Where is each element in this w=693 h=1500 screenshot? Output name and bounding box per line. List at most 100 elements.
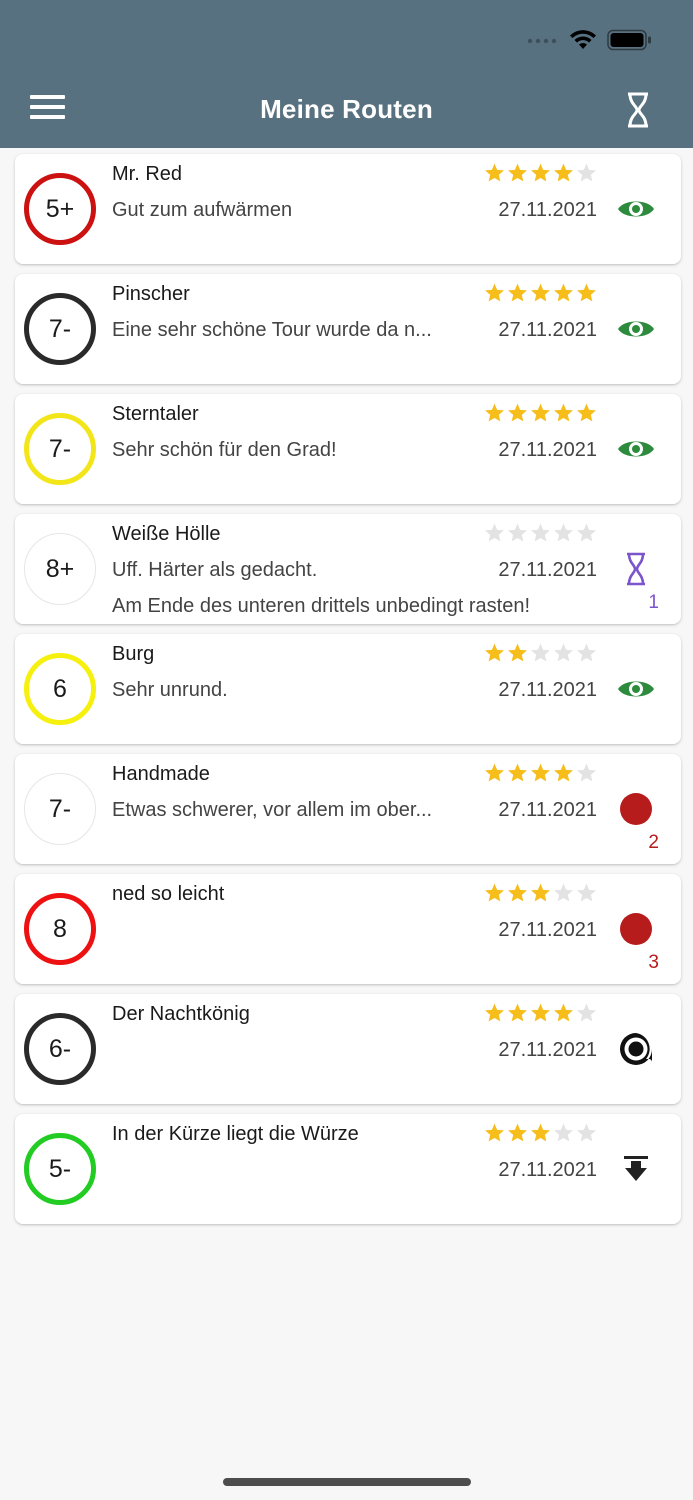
star-filled-icon [506, 762, 529, 789]
star-rating [483, 762, 598, 789]
star-rating [483, 882, 598, 909]
app-bar: Meine Routen [0, 0, 693, 148]
star-filled-icon [506, 882, 529, 909]
route-name: Burg [112, 643, 155, 665]
route-date: 27.11.2021 [498, 679, 597, 701]
route-name: In der Kürze liegt die Würze [112, 1123, 359, 1145]
grade-badge: 7- [24, 293, 96, 365]
star-rating [483, 282, 598, 309]
hourglass-icon[interactable] [617, 552, 655, 586]
star-empty-icon [575, 762, 598, 789]
target-flag-icon[interactable] [617, 1032, 655, 1066]
route-card[interactable]: 7- Sterntaler Sehr schön für den Grad! 27.1… [15, 394, 681, 504]
star-filled-icon [506, 1122, 529, 1149]
grade-badge: 6- [24, 1013, 96, 1085]
grade-badge: 8 [24, 893, 96, 965]
grade-badge: 7- [24, 773, 96, 845]
star-filled-icon [529, 402, 552, 429]
red-dot-icon[interactable] [617, 912, 655, 946]
route-card[interactable]: 5- In der Kürze liegt die Würze 27.11.2021 [15, 1114, 681, 1224]
star-rating [483, 522, 598, 549]
route-note: Am Ende des unteren drittels unbedingt r… [112, 595, 531, 617]
signal-icon [527, 38, 557, 44]
route-name: Handmade [112, 763, 210, 785]
route-date: 27.11.2021 [498, 319, 597, 341]
home-indicator[interactable] [223, 1478, 471, 1486]
star-empty-icon [552, 1122, 575, 1149]
battery-icon [607, 29, 651, 51]
star-filled-icon [552, 162, 575, 189]
star-empty-icon [529, 522, 552, 549]
attempt-count: 2 [648, 832, 659, 853]
star-filled-icon [483, 642, 506, 669]
star-rating [483, 402, 598, 429]
route-name: Der Nachtkönig [112, 1003, 250, 1025]
route-name: Mr. Red [112, 163, 183, 185]
route-card[interactable]: 7- Pinscher Eine sehr schöne Tour wurde da… [15, 274, 681, 384]
route-comment: Sehr unrund. [112, 679, 228, 701]
route-card[interactable]: 7- Handmade Etwas schwerer, vor allem im o… [15, 754, 681, 864]
wifi-icon [570, 30, 596, 49]
star-filled-icon [552, 1002, 575, 1029]
download-icon[interactable] [617, 1152, 655, 1186]
star-empty-icon [529, 642, 552, 669]
star-rating [483, 642, 598, 669]
star-empty-icon [575, 162, 598, 189]
star-filled-icon [483, 402, 506, 429]
route-date: 27.11.2021 [498, 799, 597, 821]
attempt-count: 3 [648, 952, 659, 973]
star-empty-icon [575, 1122, 598, 1149]
status-bar [527, 26, 653, 54]
route-date: 27.11.2021 [498, 199, 597, 221]
eye-icon[interactable] [617, 432, 655, 466]
filter-pending-button[interactable] [625, 92, 655, 132]
eye-icon[interactable] [617, 312, 655, 346]
star-filled-icon [483, 882, 506, 909]
route-date: 27.11.2021 [498, 559, 597, 581]
star-filled-icon [506, 282, 529, 309]
star-filled-icon [529, 762, 552, 789]
star-rating [483, 1002, 598, 1029]
route-name: Pinscher [112, 283, 190, 305]
route-date: 27.11.2021 [498, 1159, 597, 1181]
star-filled-icon [575, 282, 598, 309]
eye-icon[interactable] [617, 672, 655, 706]
route-card[interactable]: 8+ Weiße Hölle Uff. Härter als gedacht. Am … [15, 514, 681, 624]
route-comment: Eine sehr schöne Tour wurde da n... [112, 319, 432, 341]
route-comment: Etwas schwerer, vor allem im ober... [112, 799, 433, 821]
route-card[interactable]: 6 Burg Sehr unrund. 27.11.2021 [15, 634, 681, 744]
grade-badge: 6 [24, 653, 96, 725]
star-empty-icon [575, 882, 598, 909]
hourglass-icon [628, 92, 648, 128]
star-filled-icon [529, 162, 552, 189]
route-card[interactable]: 6- Der Nachtkönig 27.11.2021 [15, 994, 681, 1104]
route-card[interactable]: 8 ned so leicht 27.11.2021 3 [15, 874, 681, 984]
star-empty-icon [552, 522, 575, 549]
star-filled-icon [506, 402, 529, 429]
grade-badge: 5- [24, 1133, 96, 1205]
star-filled-icon [529, 882, 552, 909]
star-filled-icon [552, 762, 575, 789]
star-rating [483, 162, 598, 189]
route-comment: Uff. Härter als gedacht. [112, 559, 318, 581]
star-empty-icon [506, 522, 529, 549]
star-empty-icon [575, 1002, 598, 1029]
star-filled-icon [483, 762, 506, 789]
star-filled-icon [506, 642, 529, 669]
star-empty-icon [552, 882, 575, 909]
star-filled-icon [483, 1002, 506, 1029]
route-card[interactable]: 5+ Mr. Red Gut zum aufwärmen 27.11.2021 [15, 154, 681, 264]
star-filled-icon [552, 282, 575, 309]
attempt-count: 1 [648, 592, 659, 613]
red-dot-icon[interactable] [617, 792, 655, 826]
star-filled-icon [552, 402, 575, 429]
star-empty-icon [483, 522, 506, 549]
star-filled-icon [483, 1122, 506, 1149]
star-filled-icon [529, 1122, 552, 1149]
eye-icon[interactable] [617, 192, 655, 226]
page-title: Meine Routen [260, 94, 433, 124]
star-filled-icon [506, 1002, 529, 1029]
star-empty-icon [575, 642, 598, 669]
grade-badge: 8+ [24, 533, 96, 605]
route-comment: Gut zum aufwärmen [112, 199, 293, 221]
